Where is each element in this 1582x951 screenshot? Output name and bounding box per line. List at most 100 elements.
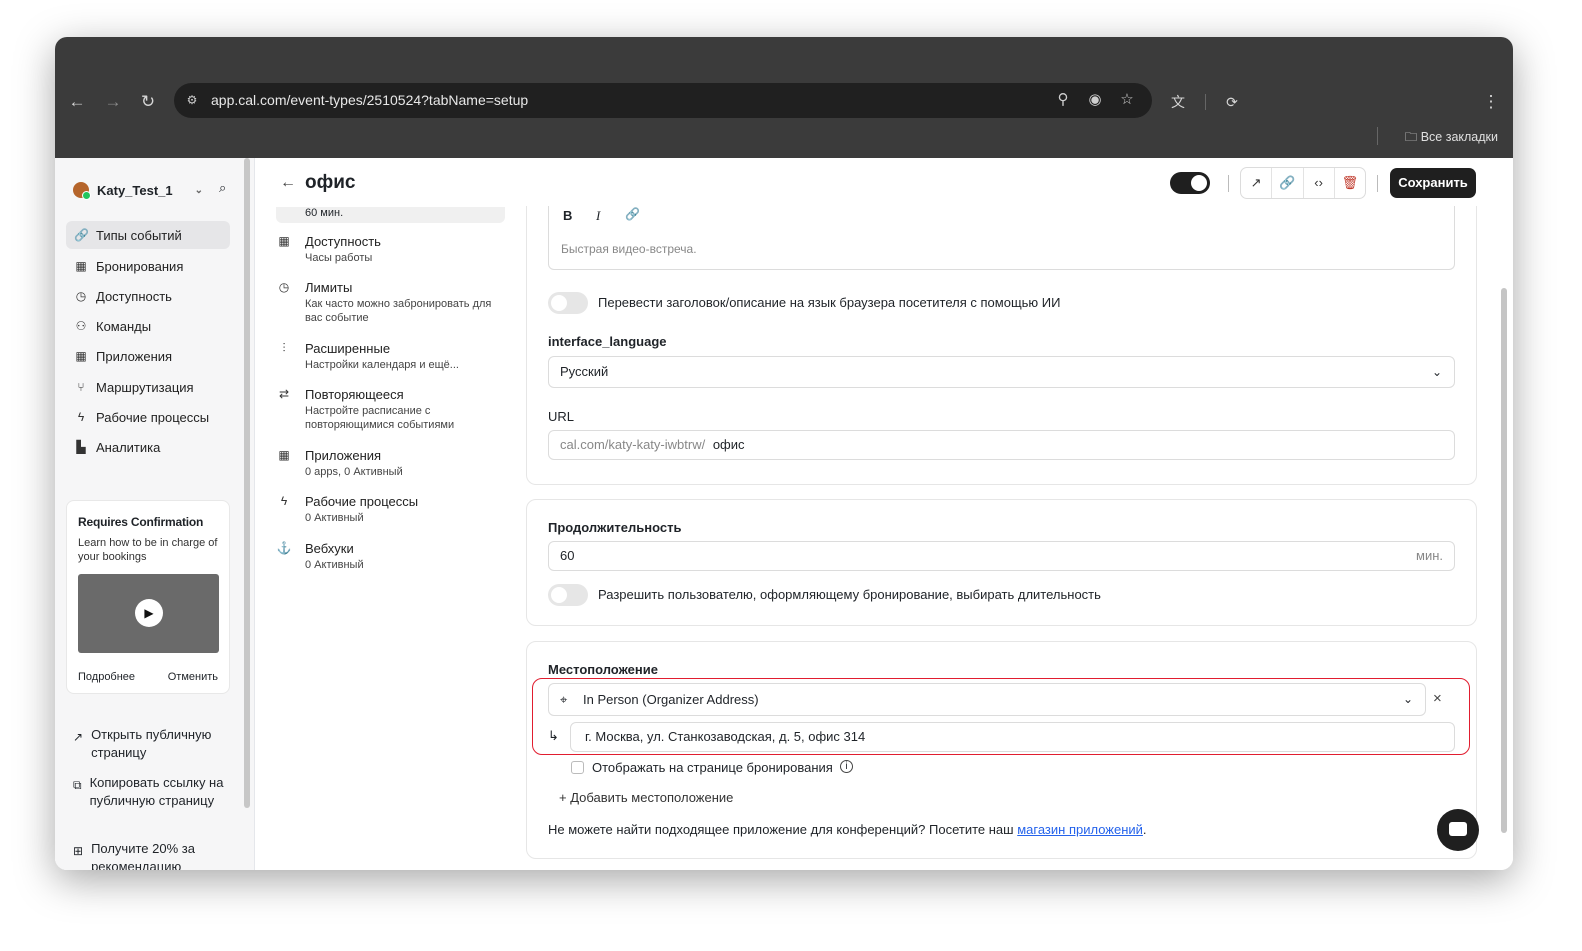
translate-label: Перевести заголовок/описание на язык бра… <box>598 295 1061 310</box>
language-value: Русский <box>560 364 609 379</box>
promo-video-thumbnail[interactable]: ▶ <box>78 574 219 653</box>
sidebar-item-workflows[interactable]: ϟ Рабочие процессы <box>66 403 230 431</box>
trash-icon[interactable]: 🗑 <box>1335 168 1365 198</box>
external-link-icon: ↗ <box>73 730 84 744</box>
duration-value: 60 <box>560 548 575 563</box>
url-prefix: cal.com/katy-katy-iwbtrw/ <box>560 437 706 452</box>
route-icon: ⑂ <box>77 380 85 394</box>
eye-off-icon[interactable]: ◉ <box>1086 91 1104 109</box>
code-icon[interactable]: ‹› <box>1304 168 1335 198</box>
link-icon[interactable]: 🔗 <box>1272 168 1304 198</box>
menu-icon[interactable]: ⋮ <box>1480 91 1502 113</box>
avatar <box>73 182 91 200</box>
chevron-down-icon[interactable]: ⌄ <box>195 185 203 196</box>
copy-icon: ⧉ <box>73 778 82 792</box>
subnav-setup-partial[interactable]: 60 мин. <box>276 207 505 223</box>
sidebar-item-label: Маршрутизация <box>96 379 194 395</box>
clock-icon: ◷ <box>278 280 290 294</box>
zap-icon: ϟ <box>280 494 288 508</box>
sidebar-item-label: Рабочие процессы <box>96 409 210 425</box>
sidebar-item-teams[interactable]: ⚇ Команды <box>66 312 230 340</box>
chat-bubble-icon[interactable] <box>1437 809 1479 851</box>
sidebar-item-event-types[interactable]: 🔗 Типы событий <box>66 221 230 249</box>
description-editor[interactable]: B I 🔗 Быстрая видео-встреча. <box>548 206 1455 270</box>
link-icon[interactable]: 🔗 <box>625 207 640 221</box>
sidebar-item-apps[interactable]: ▦ Приложения <box>66 342 230 370</box>
copy-public-link[interactable]: ⧉ Копировать ссылку на публичную страницу <box>73 774 233 810</box>
zap-icon: ϟ <box>77 410 85 424</box>
clock-icon: ◷ <box>75 289 87 303</box>
all-bookmarks[interactable]: 🗀 Все закладки <box>1405 128 1498 149</box>
subnav-sub: Настройки календаря и ещё... <box>305 359 459 371</box>
play-icon[interactable]: ▶ <box>135 599 163 627</box>
duration-input[interactable]: 60 мин. <box>548 541 1455 571</box>
url-slug-input[interactable]: офис <box>713 437 745 452</box>
calendar-icon: ▦ <box>278 234 290 248</box>
bookmarks-divider <box>1377 127 1378 145</box>
language-select[interactable]: Русский ⌄ <box>548 356 1455 388</box>
sidebar-item-insights[interactable]: ▙ Аналитика <box>66 433 230 461</box>
forward-nav-icon[interactable]: → <box>102 91 124 113</box>
toolbar-divider <box>1205 94 1206 110</box>
info-icon[interactable]: i <box>840 760 853 773</box>
bottom-link-label: Открыть публичную страницу <box>91 727 212 760</box>
subnav-sub: 60 мин. <box>305 207 344 219</box>
calendar-icon: ▦ <box>75 259 87 273</box>
zoom-icon[interactable]: ⚲ <box>1054 91 1072 109</box>
address-bar[interactable]: ⚙ app.cal.com/event-types/2510524?tabNam… <box>174 83 1152 118</box>
description-placeholder[interactable]: Быстрая видео-встреча. <box>561 242 697 256</box>
main-pane: ← офис ↗ 🔗 ‹› 🗑 Сохранить 60 мин. ▦ Дост… <box>255 158 1513 870</box>
setup-card: B I 🔗 Быстрая видео-встреча. Перевести з… <box>526 206 1477 485</box>
sidebar-item-bookings[interactable]: ▦ Бронирования <box>66 252 230 280</box>
subnav-title: Расширенные <box>305 341 391 356</box>
subnav-sub: 0 Активный <box>305 559 364 571</box>
add-location-button[interactable]: + Добавить местоположение <box>559 790 733 805</box>
variable-duration-label: Разрешить пользователю, оформляющему бро… <box>598 587 1101 602</box>
sidebar-item-label: Доступность <box>96 288 172 304</box>
url-label: URL <box>548 409 575 424</box>
footer-end: . <box>1142 822 1147 837</box>
reload-icon[interactable]: ↻ <box>137 91 159 113</box>
header-divider <box>1228 175 1229 192</box>
browser-chrome: ← → ↻ ⚙ app.cal.com/event-types/2510524?… <box>55 37 1513 158</box>
sidebar: Katy_Test_1 ⌄ ⌕ 🔗 Типы событий ▦ Бронирова… <box>55 158 255 870</box>
open-public-page-link[interactable]: ↗ Открыть публичную страницу <box>73 726 233 762</box>
search-icon[interactable]: ⌕ <box>219 180 226 196</box>
sidebar-item-label: Бронирования <box>96 258 184 274</box>
save-button[interactable]: Сохранить <box>1390 168 1476 198</box>
url-field[interactable]: cal.com/katy-katy-iwbtrw/ офис <box>548 430 1455 460</box>
variable-duration-toggle[interactable] <box>548 584 588 606</box>
subnav-title: Повторяющееся <box>305 387 404 402</box>
promo-learn-more-link[interactable]: Подробнее <box>78 671 135 683</box>
sidebar-item-label: Типы событий <box>96 227 182 243</box>
event-hidden-toggle[interactable] <box>1170 172 1210 194</box>
external-link-icon[interactable]: ↗ <box>1241 168 1273 198</box>
back-arrow-icon[interactable]: ← <box>280 174 296 192</box>
subnav-title: Вебхуки <box>305 541 354 556</box>
referral-link[interactable]: ⊞ Получите 20% за рекомендацию <box>73 840 233 870</box>
app-page: Katy_Test_1 ⌄ ⌕ 🔗 Типы событий ▦ Бронирова… <box>55 158 1513 870</box>
translate-toggle[interactable] <box>548 292 588 314</box>
site-settings-icon[interactable]: ⚙ <box>183 91 201 109</box>
extension-icon[interactable]: ⟳ <box>1221 91 1243 113</box>
bold-icon[interactable]: B <box>563 208 572 223</box>
duration-label: Продолжительность <box>548 520 682 535</box>
app-store-link[interactable]: магазин приложений <box>1017 822 1143 837</box>
location-highlight <box>532 678 1470 755</box>
url-text[interactable]: app.cal.com/event-types/2510524?tabName=… <box>211 92 528 108</box>
sidebar-item-routing[interactable]: ⑂ Маршрутизация <box>66 373 230 401</box>
footer-text: Не можете найти подходящее приложение дл… <box>548 822 1014 837</box>
sidebar-item-availability[interactable]: ◷ Доступность <box>66 282 230 310</box>
main-scrollbar[interactable] <box>1501 288 1507 833</box>
sidebar-scrollbar[interactable] <box>244 158 250 808</box>
user-menu[interactable]: Katy_Test_1 ⌄ <box>73 180 203 200</box>
promo-dismiss-link[interactable]: Отменить <box>168 671 218 683</box>
subnav-sub: Часы работы <box>305 252 373 264</box>
show-on-booking-checkbox[interactable] <box>571 761 584 774</box>
star-icon[interactable]: ☆ <box>1118 91 1136 109</box>
italic-icon[interactable]: I <box>596 208 600 224</box>
users-icon: ⚇ <box>75 319 87 333</box>
subnav-sub: 0 Активный <box>305 512 364 524</box>
back-nav-icon[interactable]: ← <box>66 91 88 113</box>
translate-icon[interactable]: 文 <box>1167 91 1189 113</box>
